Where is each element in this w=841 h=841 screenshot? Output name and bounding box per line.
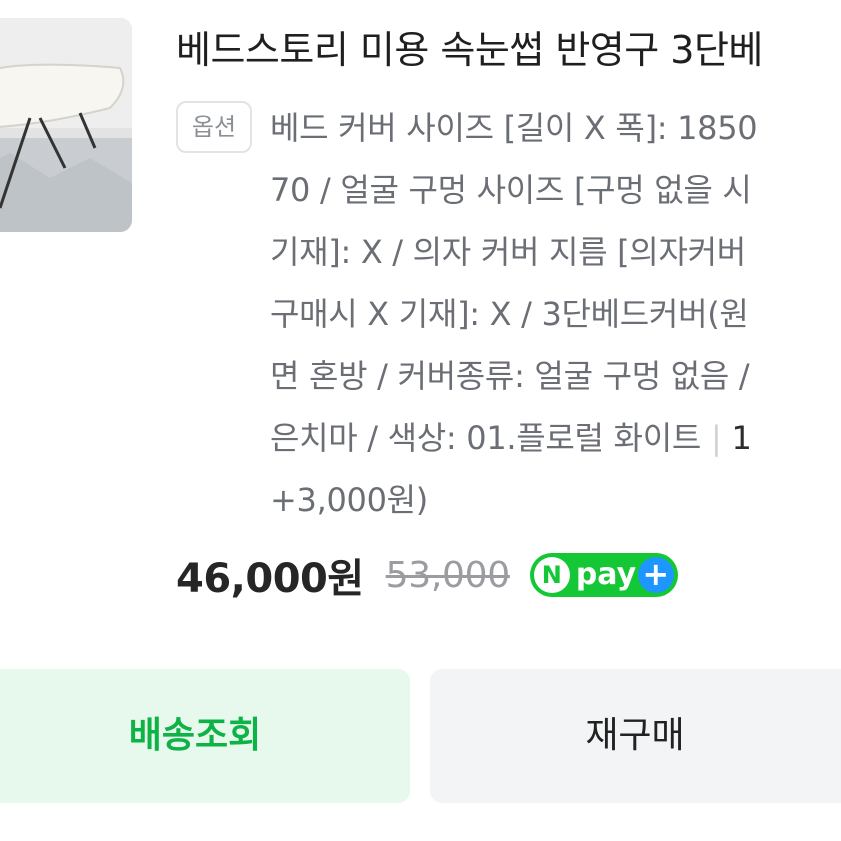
- separator: |: [710, 419, 722, 457]
- product-image: [0, 18, 132, 232]
- npay-plus-badge: N pay +: [529, 553, 678, 597]
- option-line-text: 은치마 / 색상: 01.플로럴 화이트: [270, 419, 701, 457]
- product-title[interactable]: 베드스토리 미용 속눈썹 반영구 3단베: [176, 22, 763, 78]
- product-thumbnail[interactable]: [0, 18, 132, 232]
- plus-icon: +: [637, 557, 674, 593]
- option-badge: 옵션: [176, 101, 252, 153]
- npay-label: pay: [575, 557, 637, 592]
- price-row: 46,000원 53,000 N pay +: [176, 545, 678, 605]
- option-line: 70 / 얼굴 구멍 사이즈 [구멍 없을 시: [270, 171, 752, 209]
- extra-price: +3,000원): [270, 481, 428, 519]
- option-line: 면 혼방 / 커버종류: 얼굴 구멍 없음 /: [270, 357, 750, 395]
- option-line: 베드 커버 사이즈 [길이 X 폭]: 1850: [270, 109, 758, 147]
- track-delivery-button[interactable]: 배송조회: [0, 669, 410, 803]
- sale-price: 46,000원: [176, 556, 364, 602]
- option-line: 은치마 / 색상: 01.플로럴 화이트 | 1: [270, 407, 841, 469]
- rebuy-button[interactable]: 재구매: [430, 669, 841, 803]
- option-line: 구매시 X 기재]: X / 3단베드커버(원: [270, 295, 749, 333]
- original-price: 53,000: [385, 554, 510, 596]
- option-description: 베드 커버 사이즈 [길이 X 폭]: 1850 70 / 얼굴 구멍 사이즈 …: [270, 97, 841, 531]
- quantity: 1: [731, 419, 752, 457]
- naver-n-icon: N: [533, 557, 570, 593]
- option-line: 기재]: X / 의자 커버 지름 [의자커버: [270, 233, 746, 271]
- order-item-card: 베드스토리 미용 속눈썹 반영구 3단베 옵션 베드 커버 사이즈 [길이 X …: [0, 0, 841, 841]
